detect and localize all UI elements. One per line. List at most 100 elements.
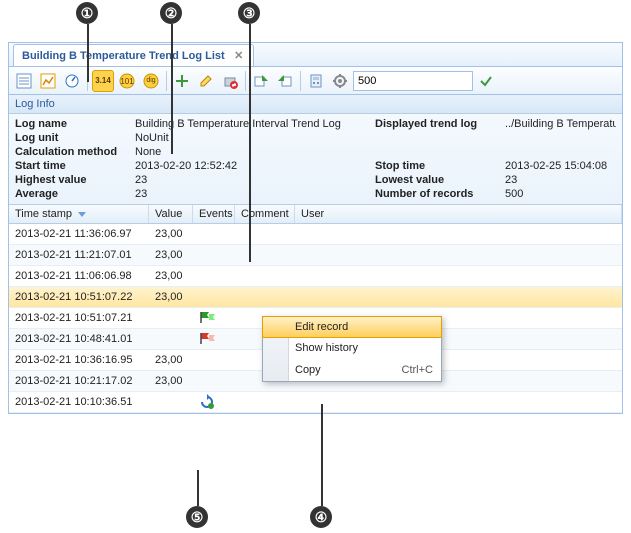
cell-timestamp: 2013-02-21 10:36:16.95 — [9, 354, 149, 366]
toolbar-separator — [245, 71, 246, 91]
cell-value: 23,00 — [149, 249, 193, 261]
dig-label: dig — [146, 77, 155, 84]
cell-events — [193, 247, 235, 264]
cell-events — [193, 394, 235, 411]
callout-5: ⑤ — [186, 506, 208, 528]
table-row[interactable]: 2013-02-21 11:21:07.0123,00 — [9, 245, 622, 266]
tab-bar: Building B Temperature Trend Log List ✕ — [9, 43, 622, 67]
gauge-view-button[interactable] — [61, 70, 83, 92]
empty-icon — [199, 226, 215, 240]
pi-mode-button[interactable]: 3.14 — [92, 70, 114, 92]
empty-icon — [199, 247, 215, 261]
log-info-panel: Log name Building B Temperature Interval… — [9, 114, 622, 205]
lowest-value-value: 23 — [505, 174, 616, 186]
col-value[interactable]: Value — [149, 205, 193, 223]
ctx-show-history-label: Show history — [295, 342, 358, 354]
callout-2-line — [171, 24, 173, 154]
empty-icon — [199, 373, 215, 387]
callout-3: ③ — [238, 2, 260, 24]
cell-timestamp: 2013-02-21 11:06:06.98 — [9, 270, 149, 282]
cell-timestamp: 2013-02-21 10:10:36.51 — [9, 396, 149, 408]
cell-value: 23,00 — [149, 375, 193, 387]
table-row[interactable]: 2013-02-21 11:06:06.9823,00 — [9, 266, 622, 287]
table-row[interactable]: 2013-02-21 11:36:06.9723,00 — [9, 224, 622, 245]
stop-time-value: 2013-02-25 15:04:08 — [505, 160, 616, 172]
col-comment[interactable]: Comment — [235, 205, 295, 223]
cell-timestamp: 2013-02-21 11:21:07.01 — [9, 249, 149, 261]
toolbar-separator — [300, 71, 301, 91]
settings-button[interactable] — [329, 70, 351, 92]
calculator-button[interactable] — [305, 70, 327, 92]
export-button[interactable] — [250, 70, 272, 92]
refresh-icon — [199, 394, 215, 408]
record-count-input[interactable] — [353, 71, 473, 91]
callout-4: ④ — [310, 506, 332, 528]
ctx-copy[interactable]: Copy Ctrl+C — [263, 359, 441, 381]
cell-events — [193, 352, 235, 369]
apply-button[interactable] — [475, 70, 497, 92]
ctx-edit-record-label: Edit record — [295, 321, 348, 333]
cell-events — [193, 331, 235, 348]
highest-value-value: 23 — [135, 174, 375, 186]
ctx-copy-label: Copy — [295, 364, 321, 376]
log-name-label: Log name — [15, 118, 135, 130]
table-row[interactable]: 2013-02-21 10:10:36.51 — [9, 392, 622, 413]
calc-method-label: Calculation method — [15, 146, 135, 158]
cell-events — [193, 373, 235, 390]
svg-text:101: 101 — [120, 77, 134, 86]
empty-icon — [199, 352, 215, 366]
cell-timestamp: 2013-02-21 10:51:07.21 — [9, 312, 149, 324]
dig-mode-button[interactable]: dig — [140, 70, 162, 92]
ctx-show-history[interactable]: Show history — [263, 337, 441, 359]
cell-events — [193, 310, 235, 327]
toolbar: 3.14 101 dig — [9, 67, 622, 95]
displayed-trend-label: Displayed trend log — [375, 118, 505, 130]
cell-timestamp: 2013-02-21 10:21:17.02 — [9, 375, 149, 387]
cell-value: 23,00 — [149, 270, 193, 282]
col-user[interactable]: User — [295, 205, 622, 223]
start-time-label: Start time — [15, 160, 135, 172]
toolbar-separator — [166, 71, 167, 91]
callout-4-line — [321, 404, 323, 506]
grid-header: Time stamp Value Events Comment User — [9, 205, 622, 224]
delete-record-button[interactable] — [219, 70, 241, 92]
num-records-value: 500 — [505, 188, 616, 200]
context-menu: Edit record Show history Copy Ctrl+C — [262, 316, 442, 382]
cell-events — [193, 289, 235, 306]
callout-1: ① — [76, 2, 98, 24]
cell-events — [193, 268, 235, 285]
cell-events — [193, 226, 235, 243]
import-button[interactable] — [274, 70, 296, 92]
ctx-copy-shortcut: Ctrl+C — [402, 364, 433, 376]
callout-5-line — [197, 470, 199, 506]
highest-value-label: Highest value — [15, 174, 135, 186]
log-info-header: Log Info — [9, 95, 622, 114]
add-record-button[interactable] — [171, 70, 193, 92]
hex-mode-button[interactable]: 101 — [116, 70, 138, 92]
callout-3-line — [249, 24, 251, 262]
cell-value: 23,00 — [149, 291, 193, 303]
lowest-value-label: Lowest value — [375, 174, 505, 186]
chart-view-button[interactable] — [37, 70, 59, 92]
tab-title: Building B Temperature Trend Log List — [22, 50, 225, 62]
col-timestamp[interactable]: Time stamp — [9, 205, 149, 223]
start-time-value: 2013-02-20 12:52:42 — [135, 160, 375, 172]
flag-green-icon — [199, 310, 215, 324]
col-events[interactable]: Events — [193, 205, 235, 223]
empty-icon — [199, 268, 215, 282]
ctx-edit-record[interactable]: Edit record — [262, 316, 442, 338]
stop-time-label: Stop time — [375, 160, 505, 172]
callout-1-line — [87, 24, 89, 82]
callout-2: ② — [160, 2, 182, 24]
empty-icon — [199, 289, 215, 303]
tab-close-icon[interactable]: ✕ — [233, 50, 245, 62]
num-records-label: Number of records — [375, 188, 505, 200]
average-label: Average — [15, 188, 135, 200]
log-unit-label: Log unit — [15, 132, 135, 144]
list-view-button[interactable] — [13, 70, 35, 92]
tab-trend-log-list[interactable]: Building B Temperature Trend Log List ✕ — [13, 44, 254, 66]
cell-value: 23,00 — [149, 228, 193, 240]
edit-record-button[interactable] — [195, 70, 217, 92]
table-row[interactable]: 2013-02-21 10:51:07.2223,00 — [9, 287, 622, 308]
cell-value: 23,00 — [149, 354, 193, 366]
